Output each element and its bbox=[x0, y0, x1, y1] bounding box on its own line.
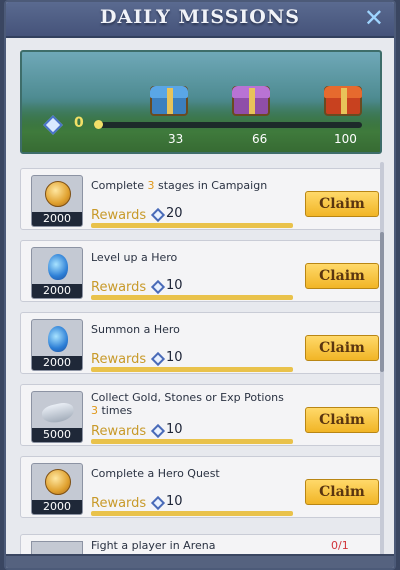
mission-text: stages in Campaign bbox=[154, 179, 268, 192]
mission-points-icon bbox=[150, 423, 166, 439]
close-icon[interactable]: ✕ bbox=[364, 6, 384, 30]
daily-missions-panel: DAILY MISSIONS ✕ 0 33 66 100 2000 Comple… bbox=[4, 0, 396, 570]
list-item: 5000 Collect Gold, Stones or Exp Potions… bbox=[20, 384, 384, 446]
mission-reward-tile: 5000 bbox=[31, 391, 83, 443]
reward-amount: 2000 bbox=[32, 284, 82, 298]
rewards-label: Rewards bbox=[91, 280, 147, 295]
mission-description: Complete a Hero Quest bbox=[91, 467, 291, 480]
exp-potion-icon bbox=[48, 254, 68, 280]
progress-knob bbox=[94, 120, 103, 129]
mission-text: Collect Gold, Stones or Exp Potions bbox=[91, 391, 284, 404]
mission-description: Collect Gold, Stones or Exp Potions 3 ti… bbox=[91, 391, 291, 417]
claim-button[interactable]: Claim bbox=[305, 479, 379, 505]
mission-text: Complete bbox=[91, 179, 148, 192]
mission-progress-count: 0/1 bbox=[331, 539, 349, 552]
mission-text: Summon a Hero bbox=[91, 323, 180, 336]
mission-reward-tile: 2000 bbox=[31, 247, 83, 299]
rewards-label: Rewards bbox=[91, 424, 147, 439]
purple-chest-icon[interactable] bbox=[232, 86, 270, 116]
mission-points-icon bbox=[150, 351, 166, 367]
mission-highlight: 3 bbox=[91, 404, 98, 417]
mission-points-icon bbox=[150, 279, 166, 295]
mission-description: Summon a Hero bbox=[91, 323, 291, 336]
list-item: 2000 Complete a Hero Quest Rewards 10 Cl… bbox=[20, 456, 384, 518]
rewards-value: 10 bbox=[166, 422, 183, 437]
bottom-bar bbox=[6, 554, 394, 568]
list-item: 2000 Level up a Hero Rewards 10 Claim bbox=[20, 240, 384, 302]
reward-amount: 5000 bbox=[32, 428, 82, 442]
rewards-value: 10 bbox=[166, 278, 183, 293]
list-item: 2000 Summon a Hero Rewards 10 Claim bbox=[20, 312, 384, 374]
mission-text: Complete a Hero Quest bbox=[91, 467, 220, 480]
mission-reward-tile: 2000 bbox=[31, 463, 83, 515]
mission-description: Fight a player in Arena bbox=[91, 539, 216, 552]
reward-amount: 2000 bbox=[32, 356, 82, 370]
mission-progress-bar bbox=[91, 223, 293, 228]
rewards-label: Rewards bbox=[91, 208, 147, 223]
blue-chest-icon[interactable] bbox=[150, 86, 188, 116]
scroll-thumb[interactable] bbox=[380, 232, 384, 372]
mission-progress-bar bbox=[91, 511, 293, 516]
mission-progress-bar bbox=[91, 367, 293, 372]
mission-text: times bbox=[98, 404, 133, 417]
claim-button[interactable]: Claim bbox=[305, 263, 379, 289]
mission-progress-bar bbox=[91, 439, 293, 444]
reward-amount: 2000 bbox=[32, 500, 82, 514]
mission-description: Level up a Hero bbox=[91, 251, 291, 264]
mission-points-icon bbox=[150, 207, 166, 223]
rewards-value: 10 bbox=[166, 350, 183, 365]
points-progress-track bbox=[94, 122, 362, 128]
mission-reward-tile: 2000 bbox=[31, 175, 83, 227]
progress-banner: 0 33 66 100 bbox=[20, 50, 382, 154]
exp-potion-icon bbox=[48, 326, 68, 352]
claim-button[interactable]: Claim bbox=[305, 335, 379, 361]
points-value: 0 bbox=[74, 115, 84, 131]
gold-chest-icon[interactable] bbox=[324, 86, 362, 116]
rewards-value: 10 bbox=[166, 494, 183, 509]
milestone-label: 33 bbox=[168, 132, 184, 146]
gold-coin-icon bbox=[45, 181, 71, 207]
mission-highlight: 3 bbox=[147, 179, 155, 192]
mission-description: Complete 3 stages in Campaign bbox=[91, 179, 291, 192]
mission-text: Level up a Hero bbox=[91, 251, 178, 264]
page-title: DAILY MISSIONS bbox=[100, 6, 300, 28]
chest-band bbox=[167, 88, 173, 114]
milestone-label: 100 bbox=[334, 132, 357, 146]
mission-progress-bar bbox=[91, 295, 293, 300]
claim-button[interactable]: Claim bbox=[305, 407, 379, 433]
chest-band bbox=[249, 88, 255, 114]
stone-icon bbox=[40, 400, 76, 426]
milestone-label: 66 bbox=[252, 132, 268, 146]
mission-list: 2000 Complete 3 stages in Campaign Rewar… bbox=[20, 162, 384, 562]
mission-points-icon bbox=[150, 495, 166, 511]
list-scrollbar[interactable] bbox=[380, 162, 384, 556]
mission-reward-tile: 2000 bbox=[31, 319, 83, 371]
reward-amount: 2000 bbox=[32, 212, 82, 226]
list-item: 2000 Complete 3 stages in Campaign Rewar… bbox=[20, 168, 384, 230]
chest-band bbox=[341, 88, 347, 114]
rewards-value: 20 bbox=[166, 206, 183, 221]
claim-button[interactable]: Claim bbox=[305, 191, 379, 217]
rewards-label: Rewards bbox=[91, 496, 147, 511]
header-bar: DAILY MISSIONS ✕ bbox=[6, 2, 394, 38]
gold-coin-icon bbox=[45, 469, 71, 495]
rewards-label: Rewards bbox=[91, 352, 147, 367]
